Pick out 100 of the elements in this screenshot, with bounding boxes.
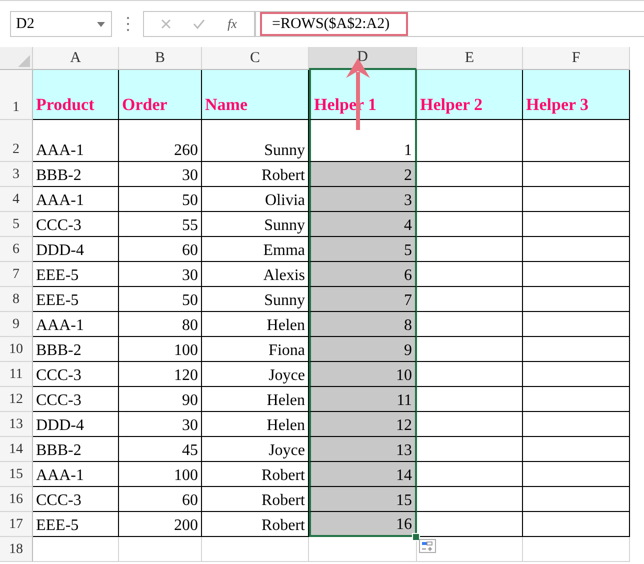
row-header[interactable]: 5 — [0, 212, 33, 237]
table-cell: 50 — [119, 287, 202, 312]
table-cell: CCC-3 — [33, 212, 119, 237]
table-cell: 100 — [119, 462, 202, 487]
quick-analysis-icon[interactable] — [419, 539, 436, 553]
table-cell: AAA-1 — [33, 120, 119, 162]
row-header[interactable]: 9 — [0, 312, 33, 337]
table-cell: 11 — [309, 387, 417, 412]
table-cell: 9 — [309, 337, 417, 362]
dropdown-icon[interactable] — [97, 22, 105, 26]
empty-cell[interactable] — [523, 387, 630, 412]
empty-cell[interactable] — [523, 312, 630, 337]
table-cell: 13 — [309, 437, 417, 462]
row-header[interactable]: 11 — [0, 362, 33, 387]
table-cell: 45 — [119, 437, 202, 462]
table-cell: 120 — [119, 362, 202, 387]
row-header[interactable]: 17 — [0, 512, 33, 537]
row-header[interactable]: 8 — [0, 287, 33, 312]
empty-cell[interactable] — [523, 462, 630, 487]
empty-cell[interactable] — [523, 187, 630, 212]
table-cell: DDD-4 — [33, 412, 119, 437]
table-cell: Sunny — [202, 120, 309, 162]
row-header[interactable]: 2 — [0, 120, 33, 162]
table-header-cell: Name — [202, 70, 309, 120]
table-cell: 260 — [119, 120, 202, 162]
table-cell: 30 — [119, 162, 202, 187]
table-cell: AAA-1 — [33, 187, 119, 212]
table-cell: EEE-5 — [33, 287, 119, 312]
table-cell: 200 — [119, 512, 202, 537]
table-cell: 12 — [309, 412, 417, 437]
empty-cell[interactable] — [417, 120, 523, 162]
table-cell: 60 — [119, 487, 202, 512]
table-header-cell: Helper 3 — [523, 70, 630, 120]
empty-cell[interactable] — [523, 287, 630, 312]
table-cell: 50 — [119, 187, 202, 212]
table-cell: AAA-1 — [33, 312, 119, 337]
row-header[interactable]: 4 — [0, 187, 33, 212]
table-header-cell: Order — [119, 70, 202, 120]
empty-cell[interactable] — [523, 212, 630, 237]
table-cell: BBB-2 — [33, 437, 119, 462]
table-cell: CCC-3 — [33, 387, 119, 412]
row-header[interactable]: 13 — [0, 412, 33, 437]
table-cell: CCC-3 — [33, 487, 119, 512]
table-cell: 2 — [309, 162, 417, 187]
table-cell: 3 — [309, 187, 417, 212]
row-header[interactable]: 6 — [0, 237, 33, 262]
table-cell: CCC-3 — [33, 362, 119, 387]
empty-cell[interactable] — [523, 162, 630, 187]
column-header[interactable]: F — [523, 47, 630, 70]
table-cell: 30 — [119, 262, 202, 287]
row-header[interactable]: 3 — [0, 162, 33, 187]
row-header[interactable]: 12 — [0, 387, 33, 412]
column-header[interactable]: C — [202, 47, 309, 70]
table-header-cell: Helper 2 — [417, 70, 523, 120]
empty-cell[interactable] — [523, 512, 630, 537]
row-header[interactable]: 1 — [0, 70, 33, 120]
column-header[interactable]: E — [417, 47, 523, 70]
empty-cell[interactable] — [523, 487, 630, 512]
fill-handle[interactable] — [412, 533, 420, 541]
row-header[interactable]: 14 — [0, 437, 33, 462]
table-cell: BBB-2 — [33, 337, 119, 362]
row-header[interactable]: 18 — [0, 537, 33, 562]
row-header[interactable]: 7 — [0, 262, 33, 287]
empty-cell[interactable] — [523, 262, 630, 287]
table-cell: 10 — [309, 362, 417, 387]
empty-cell[interactable] — [523, 120, 630, 162]
table-cell: 6 — [309, 262, 417, 287]
empty-cell[interactable] — [523, 337, 630, 362]
table-cell: 90 — [119, 387, 202, 412]
empty-cell[interactable] — [523, 362, 630, 387]
table-cell: 15 — [309, 487, 417, 512]
empty-cell[interactable] — [523, 237, 630, 262]
empty-cell[interactable] — [523, 412, 630, 437]
table-cell: EEE-5 — [33, 262, 119, 287]
table-cell: 80 — [119, 312, 202, 337]
table-cell: 8 — [309, 312, 417, 337]
table-header-cell: Product — [33, 70, 119, 120]
table-cell: 5 — [309, 237, 417, 262]
row-header[interactable]: 16 — [0, 487, 33, 512]
cell-reference: D2 — [16, 16, 34, 32]
table-cell: 16 — [309, 512, 417, 537]
column-header[interactable]: A — [33, 47, 119, 70]
row-header[interactable]: 10 — [0, 337, 33, 362]
formula-field[interactable]: =ROWS($A$2:A2) — [260, 12, 408, 36]
grip-icon — [126, 17, 129, 31]
name-box[interactable]: D2 — [10, 11, 112, 37]
table-cell: 100 — [119, 337, 202, 362]
table-cell: BBB-2 — [33, 162, 119, 187]
column-header[interactable]: B — [119, 47, 202, 70]
table-cell: EEE-5 — [33, 512, 119, 537]
insert-function-button[interactable]: fx — [228, 16, 237, 32]
table-cell: AAA-1 — [33, 462, 119, 487]
table-cell: 14 — [309, 462, 417, 487]
row-header[interactable]: 15 — [0, 462, 33, 487]
table-cell: 60 — [119, 237, 202, 262]
check-icon[interactable] — [193, 19, 206, 29]
column-header[interactable]: D — [309, 47, 417, 70]
table-cell: 30 — [119, 412, 202, 437]
table-cell: DDD-4 — [33, 237, 119, 262]
empty-cell[interactable] — [523, 437, 630, 462]
